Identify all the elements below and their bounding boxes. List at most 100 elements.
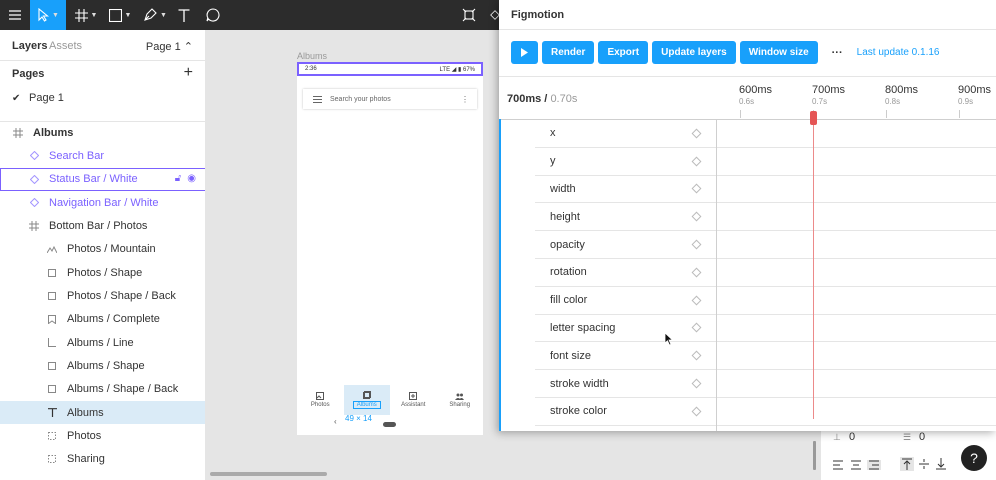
text-align-icons[interactable] <box>833 460 893 470</box>
people-icon <box>455 393 465 400</box>
layer-row[interactable]: Photos / Shape / Back <box>0 284 205 307</box>
spacing-value[interactable]: 0 <box>849 431 855 443</box>
page-item-page-1[interactable]: ✔ Page 1 <box>12 92 64 104</box>
search-bar[interactable]: Search your photos ⋮ <box>303 89 477 109</box>
layer-row[interactable]: Status Bar / White 🔓︎ ◉ <box>0 167 205 191</box>
bottom-bar[interactable]: Photos Albums Assistant Sharing <box>297 385 483 415</box>
keyframe-diamond-icon[interactable] <box>691 239 702 250</box>
bottom-item-assistant[interactable]: Assistant <box>390 385 437 415</box>
layer-row[interactable]: Albums / Shape <box>0 355 205 378</box>
property-label: width <box>550 182 576 195</box>
window-size-button[interactable]: Window size <box>739 41 818 64</box>
keyframe-diamond-icon[interactable] <box>691 267 702 278</box>
layer-row[interactable]: Photos / Shape <box>0 261 205 284</box>
frame-label[interactable]: Albums <box>297 51 327 61</box>
keyframe-track-row[interactable] <box>717 176 996 204</box>
keyframe-track-row[interactable] <box>717 315 996 343</box>
back-icon[interactable]: ‹ <box>334 417 337 426</box>
main-menu-button[interactable] <box>0 0 30 30</box>
keyframe-track-row[interactable] <box>717 398 996 426</box>
vertical-align-icons[interactable] <box>900 457 950 471</box>
layer-row[interactable]: Albums <box>0 401 205 425</box>
property-row[interactable]: stroke color <box>535 398 717 426</box>
comment-tool-button[interactable] <box>202 0 224 30</box>
property-row[interactable]: height <box>535 203 717 232</box>
keyframe-diamond-icon[interactable] <box>691 156 702 167</box>
keyframe-diamond-icon[interactable] <box>691 406 702 417</box>
layer-row[interactable]: Bottom Bar / Photos <box>0 214 205 237</box>
property-row[interactable]: x <box>535 120 717 148</box>
keyframe-diamond-icon[interactable] <box>691 184 702 194</box>
help-button[interactable]: ? <box>961 445 987 471</box>
status-bar[interactable]: 2:36 LTE ◢ ▮ 67% <box>297 62 483 76</box>
home-pill-icon[interactable] <box>383 422 396 427</box>
add-page-button[interactable]: + <box>184 64 193 82</box>
keyframe-track-row[interactable] <box>717 370 996 398</box>
horizontal-scrollbar[interactable] <box>210 472 327 476</box>
component-tool-button[interactable] <box>460 0 478 30</box>
more-options-button[interactable]: ··· <box>832 47 843 59</box>
bottom-item-albums[interactable]: Albums <box>343 385 390 415</box>
navigation-bar[interactable]: ‹ <box>297 417 483 431</box>
tab-layers[interactable]: Layers <box>12 40 47 52</box>
resize-edge[interactable] <box>499 119 501 431</box>
layer-row[interactable]: Photos <box>0 425 205 448</box>
pen-tool-button[interactable]: ▼ <box>141 0 169 30</box>
lock-icon[interactable]: 🔓︎ <box>175 173 181 184</box>
keyframe-diamond-icon[interactable] <box>691 211 702 222</box>
layer-row[interactable]: Search Bar <box>0 144 205 167</box>
keyframe-diamond-icon[interactable] <box>691 323 702 333</box>
indent-value[interactable]: 0 <box>919 431 925 443</box>
layer-row[interactable]: Albums / Line <box>0 331 205 354</box>
albums-frame[interactable]: 2:36 LTE ◢ ▮ 67% Search your photos ⋮ Ph… <box>297 62 483 435</box>
update-layers-button[interactable]: Update layers <box>652 41 736 64</box>
keyframe-diamond-icon[interactable] <box>691 128 702 139</box>
tab-assets[interactable]: Assets <box>49 40 82 52</box>
tick-seconds-label: 0.8s <box>885 97 901 106</box>
frame-tool-button[interactable]: ▼ <box>72 0 100 30</box>
layer-row[interactable]: Sharing <box>0 448 205 471</box>
layer-row[interactable]: Albums <box>0 121 205 144</box>
keyframe-track-row[interactable] <box>717 203 996 232</box>
page-selector[interactable]: Page 1 ⌃ <box>146 40 193 53</box>
play-button[interactable] <box>511 41 538 64</box>
playhead-handle[interactable] <box>810 111 817 125</box>
property-row[interactable]: y <box>535 148 717 176</box>
total-duration[interactable]: 0.70s <box>550 93 577 105</box>
export-button[interactable]: Export <box>598 41 649 64</box>
layer-row[interactable]: Albums / Shape / Back <box>0 378 205 401</box>
keyframe-track-row[interactable] <box>717 120 996 148</box>
keyframe-track-row[interactable] <box>717 342 996 371</box>
layer-row[interactable]: Albums / Complete <box>0 308 205 331</box>
keyframe-track-row[interactable] <box>717 148 996 176</box>
layer-row[interactable]: Photos / Mountain <box>0 238 205 261</box>
property-row[interactable]: width <box>535 176 717 204</box>
vertical-scrollbar[interactable] <box>813 441 816 470</box>
bottom-label: Photos <box>310 402 330 408</box>
keyframe-track-row[interactable] <box>717 259 996 287</box>
property-row[interactable]: stroke width <box>535 370 717 398</box>
property-row[interactable]: letter spacing <box>535 315 717 343</box>
property-row[interactable]: opacity <box>535 231 717 259</box>
layer-row[interactable]: Navigation Bar / White <box>0 191 205 214</box>
eye-icon[interactable]: ◉ <box>187 173 196 184</box>
property-row[interactable]: fill color <box>535 287 717 315</box>
keyframe-track-row[interactable] <box>717 231 996 259</box>
last-update-link[interactable]: Last update 0.1.16 <box>857 47 940 58</box>
shape-tool-button[interactable]: ▼ <box>106 0 134 30</box>
keyframe-diamond-icon[interactable] <box>691 378 702 389</box>
keyframe-diamond-icon[interactable] <box>691 350 702 361</box>
bottom-item-photos[interactable]: Photos <box>297 385 344 415</box>
move-tool-button[interactable]: ▼ <box>30 0 66 30</box>
bottom-item-sharing[interactable]: Sharing <box>437 385 484 415</box>
keyframe-track-row[interactable] <box>717 287 996 315</box>
property-label: x <box>550 127 556 140</box>
keyframe-tracks[interactable] <box>717 120 996 426</box>
checkmark-icon: ✔ <box>12 92 21 104</box>
property-row[interactable]: rotation <box>535 259 717 287</box>
property-row[interactable]: font size <box>535 342 717 371</box>
text-tool-button[interactable] <box>174 0 194 30</box>
plugin-title[interactable]: Figmotion <box>499 0 996 30</box>
render-button[interactable]: Render <box>542 41 595 64</box>
keyframe-diamond-icon[interactable] <box>691 295 702 306</box>
